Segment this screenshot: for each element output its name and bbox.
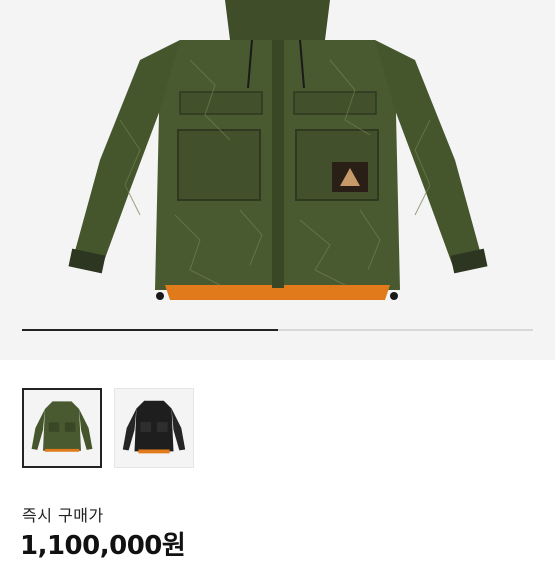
thumbnail-black[interactable] (114, 388, 194, 468)
price-value: 1,100,000원 (20, 531, 186, 561)
jacket-illustration (68, 0, 488, 300)
gallery-progress-fill (22, 329, 278, 331)
gallery-progress-bar (22, 329, 533, 331)
instant-buy-price-label: 즉시 구매가 (22, 506, 104, 525)
olive-jacket-thumbnail-image (31, 401, 93, 452)
black-jacket-thumbnail-image (122, 400, 186, 454)
product-main-image[interactable] (0, 0, 555, 360)
thumbnail-olive[interactable] (22, 388, 102, 468)
